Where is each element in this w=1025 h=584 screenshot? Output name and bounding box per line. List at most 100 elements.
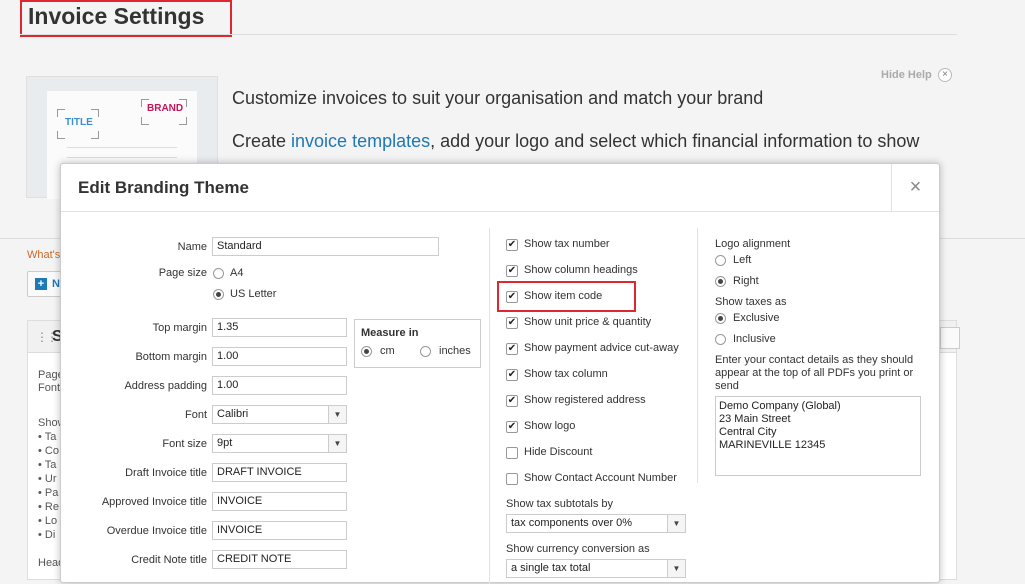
page-title: Invoice Settings [28, 3, 205, 29]
hide-help-link[interactable]: Hide Help [881, 69, 932, 81]
plus-icon: + [35, 278, 47, 290]
logo-alignment-left-radio[interactable] [715, 255, 726, 266]
page-size-label: Page size [158, 267, 207, 279]
font-select[interactable]: Calibri ▼ [212, 405, 347, 424]
draft-invoice-title-label: Draft Invoice title [125, 467, 207, 479]
measure-cm-radio[interactable] [361, 346, 372, 357]
currency-conversion-select-value: a single tax total [511, 562, 591, 574]
show-taxes-exclusive-label: Exclusive [733, 312, 780, 324]
name-input[interactable]: Standard [212, 237, 439, 256]
bracket-mark [91, 131, 99, 139]
chevron-down-icon: ▼ [328, 435, 346, 452]
option-checkbox-show-registered-address[interactable]: ✔ [506, 395, 518, 407]
option-label: Show unit price & quantity [524, 316, 652, 328]
credit-note-title-input[interactable]: CREDIT NOTE [212, 550, 347, 569]
panel-text: • Lo [38, 515, 58, 527]
currency-conversion-label: Show currency conversion as [506, 543, 650, 555]
measure-in-group: Measure in cm inches [354, 319, 481, 368]
approved-invoice-title-input[interactable]: INVOICE [212, 492, 347, 511]
panel-text: • Pa [38, 487, 59, 499]
font-size-select[interactable]: 9pt ▼ [212, 434, 347, 453]
option-label: Show tax column [524, 368, 608, 380]
hide-help-close-icon[interactable]: × [938, 68, 952, 82]
dialog-title: Edit Branding Theme [78, 178, 249, 197]
measure-inches-label: inches [439, 345, 471, 357]
chevron-down-icon: ▼ [667, 515, 685, 532]
font-size-select-value: 9pt [217, 437, 233, 449]
option-label: Show tax number [524, 238, 610, 250]
illustration-line [67, 147, 177, 148]
draft-invoice-title-input[interactable]: DRAFT INVOICE [212, 463, 347, 482]
option-label: Show Contact Account Number [524, 472, 677, 484]
illustration-brand-label: BRAND [147, 103, 184, 114]
bracket-mark [57, 109, 65, 117]
show-taxes-exclusive-radio[interactable] [715, 313, 726, 324]
option-checkbox-hide-discount[interactable] [506, 447, 518, 459]
help-text-prefix: Create [232, 131, 292, 151]
show-item-code-highlight [497, 281, 636, 312]
close-icon[interactable]: × [891, 164, 939, 212]
dialog-header: Edit Branding Theme × [61, 164, 939, 212]
contact-details-hint: Enter your contact details as they shoul… [715, 354, 914, 392]
address-padding-label: Address padding [124, 380, 207, 392]
page-size-a4-radio[interactable] [213, 268, 224, 279]
logo-alignment-right-radio[interactable] [715, 276, 726, 287]
panel-text: • Ta [38, 459, 57, 471]
bottom-margin-input[interactable]: 1.00 [212, 347, 347, 366]
panel-options-button[interactable] [940, 327, 960, 349]
contact-details-textarea[interactable]: Demo Company (Global) 23 Main Street Cen… [715, 396, 921, 476]
logo-alignment-right-label: Right [733, 275, 759, 287]
column-divider [489, 228, 490, 584]
bracket-mark [179, 117, 187, 125]
panel-text: • Co [38, 445, 59, 457]
help-text-suffix: , add your logo and select which financi… [430, 131, 920, 151]
measure-cm-label: cm [380, 345, 395, 357]
credit-note-title-label: Credit Note title [131, 554, 207, 566]
font-size-label: Font size [162, 438, 207, 450]
option-checkbox-show-contact-account-number[interactable] [506, 473, 518, 485]
illustration-line [67, 157, 177, 158]
chevron-down-icon: ▼ [328, 406, 346, 423]
overdue-invoice-title-label: Overdue Invoice title [106, 525, 207, 537]
option-checkbox-show-unit-price-quantity[interactable]: ✔ [506, 317, 518, 329]
panel-text: • Re [38, 501, 59, 513]
column-divider [697, 228, 698, 483]
help-text-line1: Customize invoices to suit your organisa… [232, 88, 764, 108]
new-button-label: N [52, 278, 60, 290]
approved-invoice-title-label: Approved Invoice title [101, 496, 207, 508]
page-size-a4-label: A4 [230, 267, 244, 279]
bracket-mark [57, 131, 65, 139]
illustration-title-label: TITLE [65, 117, 93, 128]
page-title-highlight: Invoice Settings [20, 0, 232, 37]
show-taxes-label: Show taxes as [715, 296, 787, 308]
option-label: Show logo [524, 420, 576, 432]
bottom-margin-label: Bottom margin [135, 351, 207, 363]
option-checkbox-show-logo[interactable]: ✔ [506, 421, 518, 433]
panel-text: • Ur [38, 473, 57, 485]
tax-subtotals-label: Show tax subtotals by [506, 498, 614, 510]
font-label: Font [184, 409, 207, 421]
option-label: Hide Discount [524, 446, 593, 458]
measure-in-title: Measure in [361, 327, 419, 339]
option-checkbox-show-column-headings[interactable]: ✔ [506, 265, 518, 277]
option-checkbox-show-tax-number[interactable]: ✔ [506, 239, 518, 251]
option-checkbox-show-tax-column[interactable]: ✔ [506, 369, 518, 381]
address-padding-input[interactable]: 1.00 [212, 376, 347, 395]
edit-branding-theme-dialog: Edit Branding Theme × Name Standard Page… [60, 163, 940, 584]
option-checkbox-show-payment-advice-cut-away[interactable]: ✔ [506, 343, 518, 355]
whats-new-link[interactable]: What's [27, 249, 60, 261]
option-label: Show payment advice cut-away [524, 342, 679, 354]
overdue-invoice-title-input[interactable]: INVOICE [212, 521, 347, 540]
bracket-mark [141, 117, 149, 125]
tax-subtotals-select[interactable]: tax components over 0% ▼ [506, 514, 686, 533]
top-margin-input[interactable]: 1.35 [212, 318, 347, 337]
measure-inches-radio[interactable] [420, 346, 431, 357]
page-size-us-letter-radio[interactable] [213, 289, 224, 300]
name-label: Name [177, 241, 207, 253]
invoice-templates-link[interactable]: invoice templates [291, 131, 430, 151]
title-divider [20, 34, 957, 35]
panel-text: • Di [38, 529, 56, 541]
logo-alignment-left-label: Left [733, 254, 752, 266]
panel-text: • Ta [38, 431, 57, 443]
show-taxes-inclusive-radio[interactable] [715, 334, 726, 345]
